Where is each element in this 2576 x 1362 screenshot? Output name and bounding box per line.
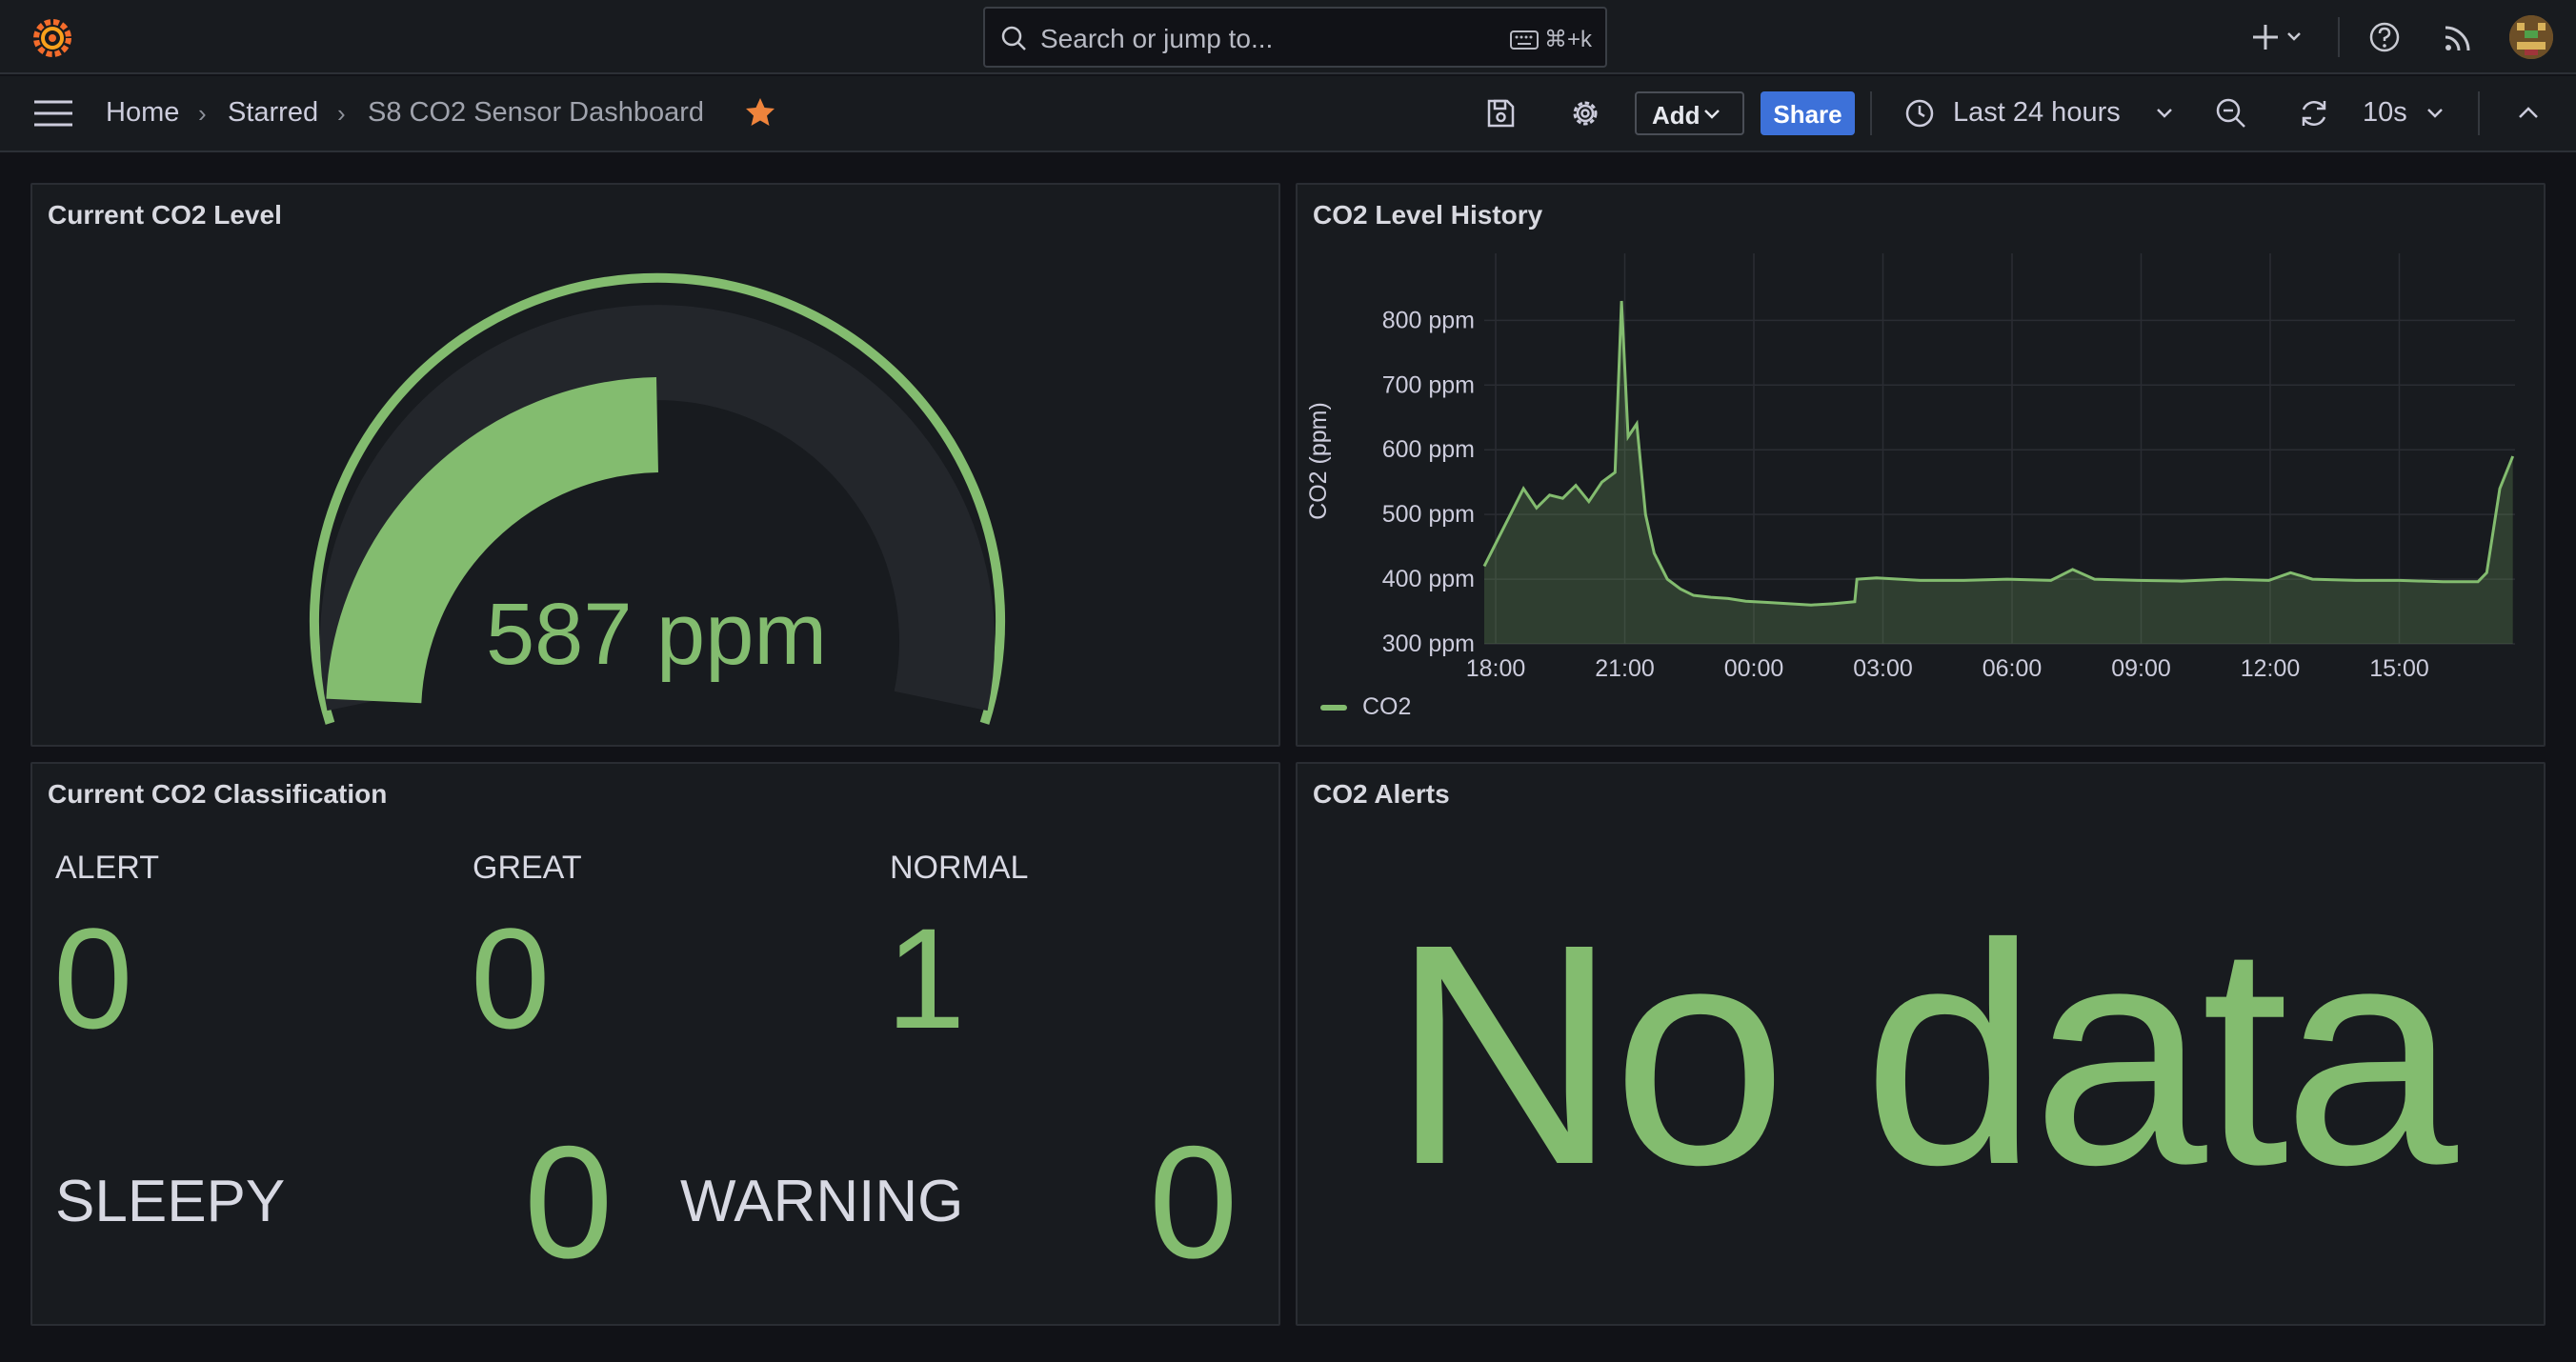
divider [1870,91,1872,135]
stat-value-normal: 1 [886,898,966,1058]
search-shortcut: ⌘+k [1509,26,1592,53]
keyboard-icon [1509,30,1539,50]
divider [2478,91,2480,135]
panel-co2-alerts: CO2 Alerts No data [1296,762,2546,1326]
save-icon[interactable] [1484,97,1517,130]
menu-icon[interactable] [34,99,72,128]
chevron-right-icon: › [337,99,346,128]
chevron-right-icon: › [198,99,207,128]
settings-gear-icon[interactable] [1568,96,1602,130]
chevron-up-icon[interactable] [2517,105,2540,120]
breadcrumb-starred[interactable]: Starred [228,97,318,129]
clock-icon [1905,99,1934,128]
stat-label-normal: NORMAL [890,850,1029,886]
divider [2338,17,2340,57]
x-tick-label: 06:00 [1982,655,2043,682]
chevron-down-icon[interactable] [2425,107,2445,120]
search-placeholder: Search or jump to... [1040,24,1274,53]
co2-series-area [1484,301,2513,644]
top-bar: Search or jump to... ⌘+k [0,0,2576,74]
panel-title[interactable]: CO2 Alerts [1313,779,1450,810]
x-tick-label: 09:00 [2111,655,2171,682]
stat-label-sleepy: SLEEPY [55,1169,286,1234]
x-tick-label: 21:00 [1595,655,1655,682]
share-button[interactable]: Share [1761,91,1855,135]
stat-label-warning: WARNING [680,1169,964,1234]
no-data-message: No data [1391,878,2458,1230]
stat-value-great: 0 [471,898,551,1058]
y-tick-label: 800 ppm [1382,307,1475,333]
star-icon[interactable] [744,96,776,129]
panel-current-co2-classification: Current CO2 Classification ALERT 0 GREAT… [30,762,1280,1326]
zoom-out-icon[interactable] [2214,96,2248,130]
y-tick-label: 500 ppm [1382,501,1475,528]
x-tick-label: 15:00 [2369,655,2429,682]
stat-label-great: GREAT [473,850,582,886]
chevron-down-icon [1704,110,1720,119]
breadcrumb-dashboard: S8 CO2 Sensor Dashboard [368,97,705,128]
refresh-icon[interactable] [2296,95,2332,131]
y-tick-label: 600 ppm [1382,436,1475,463]
y-axis-label: CO2 (ppm) [1305,402,1332,520]
gauge-value: 587 ppm [485,586,828,683]
stat-value-warning: 0 [1149,1112,1238,1292]
search-icon [1001,26,1026,50]
avatar-image [2509,15,2553,59]
y-tick-label: 700 ppm [1382,371,1475,398]
x-tick-label: 03:00 [1853,655,1913,682]
stat-value-alert: 0 [53,898,133,1058]
grafana-logo-icon[interactable] [29,13,76,61]
co2-history-chart[interactable]: 300 ppm 400 ppm 500 ppm 600 ppm 700 ppm 800 p… [1298,185,2546,747]
y-tick-label: 300 ppm [1382,631,1475,657]
x-tick-label: 00:00 [1724,655,1784,682]
x-tick-label: 18:00 [1466,655,1526,682]
panel-co2-level-history: CO2 Level History 300 ppm 400 ppm 500 ppm 6… [1296,183,2546,747]
panel-title[interactable]: Current CO2 Classification [48,779,387,810]
search-input[interactable]: Search or jump to... ⌘+k [983,7,1607,68]
y-tick-label: 400 ppm [1382,566,1475,592]
add-button[interactable]: Add [1635,91,1744,135]
news-feed-icon[interactable] [2441,21,2475,55]
panel-current-co2-level: Current CO2 Level 587 ppm [30,183,1280,747]
plus-icon[interactable] [2252,19,2305,55]
legend-item-co2[interactable]: CO2 [1362,693,1411,721]
time-range-picker[interactable]: Last 24 hours [1953,97,2121,129]
legend-swatch [1320,705,1347,711]
breadcrumb-home[interactable]: Home [106,97,179,129]
chevron-down-icon[interactable] [2155,107,2174,120]
x-tick-label: 12:00 [2241,655,2301,682]
stat-value-sleepy: 0 [524,1112,614,1292]
refresh-interval-picker[interactable]: 10s [2363,97,2407,129]
stat-label-alert: ALERT [55,850,159,886]
user-avatar[interactable] [2509,15,2553,59]
help-icon[interactable] [2366,19,2403,55]
